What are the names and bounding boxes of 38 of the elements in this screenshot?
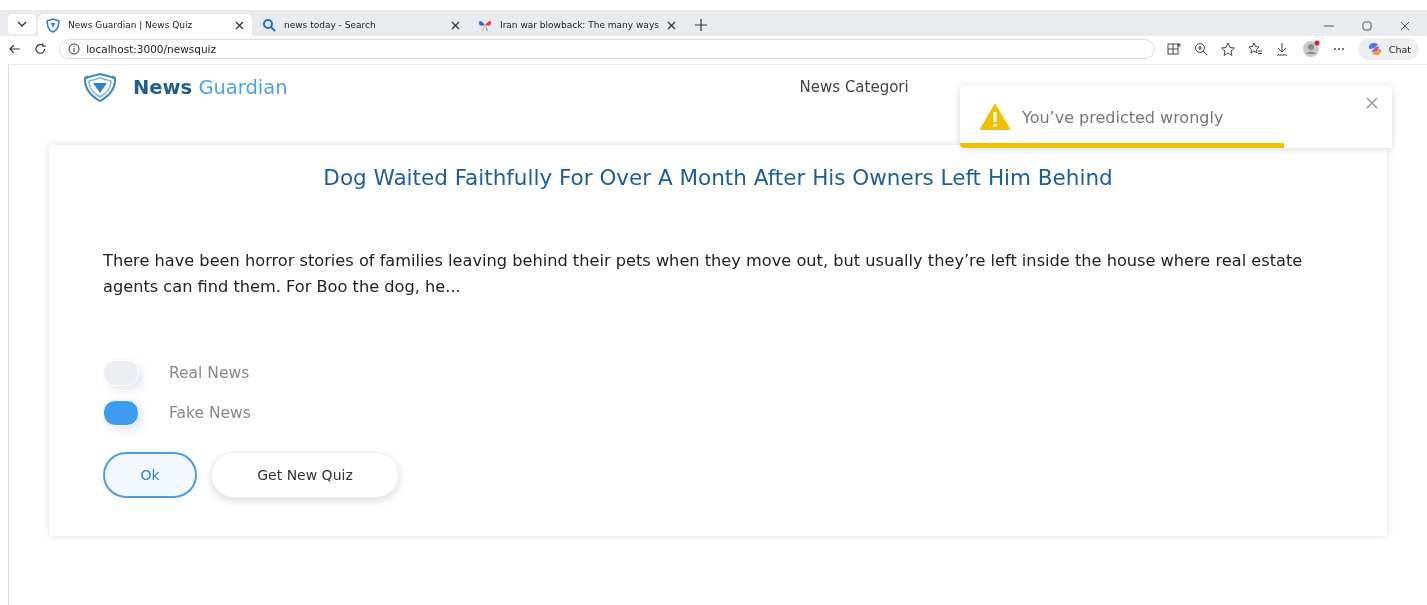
browser-tab[interactable]: Iran war blowback: The many ways [470,14,684,36]
warning-icon [980,104,1010,130]
favorites-icon[interactable] [1247,42,1262,56]
toast-message: You’ve predicted wrongly [1022,107,1224,127]
nav-link[interactable]: News Categori [799,78,909,96]
option-label[interactable]: Fake News [169,404,251,422]
restore-icon[interactable] [1361,20,1373,32]
search-icon [262,18,276,32]
back-arrow-icon[interactable] [8,42,22,56]
browser-tab[interactable]: news today - Search [254,14,468,36]
chat-button[interactable]: Chat [1357,38,1419,60]
shield-icon [46,17,60,33]
brand-name[interactable]: News Guardian [133,75,288,99]
radio-button[interactable] [103,400,139,426]
profile-icon[interactable] [1301,40,1320,58]
radio-button[interactable] [103,360,139,386]
shield-logo-icon [81,71,119,103]
info-icon [68,43,81,55]
close-icon[interactable] [667,20,676,30]
butterfly-icon [478,18,492,32]
tab-list-button[interactable] [8,14,36,34]
new-quiz-button[interactable]: Get New Quiz [211,452,399,498]
option-label[interactable]: Real News [169,364,250,382]
browser-tab[interactable]: News Guardian | News Quiz [38,14,252,36]
close-icon[interactable] [235,20,244,30]
quiz-title: Dog Waited Faithfully For Over A Month After His Owners Left Him Behind [322,165,1114,190]
close-icon[interactable] [451,20,460,30]
new-tab-icon[interactable] [694,18,708,32]
close-icon[interactable] [1399,20,1411,32]
download-icon[interactable] [1274,42,1289,56]
star-icon[interactable] [1220,42,1235,56]
quiz-summary: There have been horror stories of families leaving behind their pets when they move out, but usually they’re left inside the house where real estate agents can find them. For Boo the dog, he... [103,250,1304,298]
split-screen-icon[interactable] [1166,42,1181,56]
address-field[interactable]: localhost:3000/newsquiz [59,39,1155,59]
zoom-icon[interactable] [1193,42,1208,56]
reload-icon[interactable] [33,42,48,56]
chevron-down-icon [16,19,28,29]
ok-button[interactable]: Ok [103,452,197,498]
